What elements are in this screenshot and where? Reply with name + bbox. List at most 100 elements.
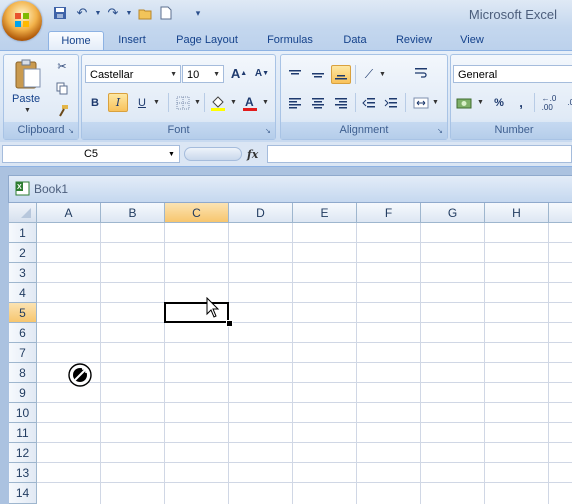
gridline [37, 482, 572, 483]
column-header-a[interactable]: A [37, 203, 101, 223]
align-top-icon[interactable] [285, 65, 305, 84]
number-group: General ▼ % , ←.0.00 .00 Number [450, 54, 572, 140]
orientation-icon[interactable]: ⟋ [359, 65, 379, 84]
separator [355, 93, 356, 112]
paste-button[interactable]: Paste [12, 93, 40, 105]
tab-review[interactable]: Review [390, 31, 438, 50]
number-format-select[interactable]: General [453, 65, 572, 83]
percent-style-button[interactable]: % [489, 93, 509, 112]
borders-dropdown-icon[interactable]: ▼ [194, 99, 201, 106]
decrease-decimal-icon[interactable]: .00 [563, 93, 572, 112]
shrink-font-button[interactable]: A ▼ [252, 64, 272, 83]
paste-dropdown-icon[interactable]: ▼ [24, 107, 31, 114]
office-button[interactable] [2, 1, 42, 41]
workbook-name: Book1 [34, 182, 69, 196]
align-left-icon[interactable] [285, 93, 305, 112]
tab-insert[interactable]: Insert [110, 31, 154, 50]
column-header-e[interactable]: E [293, 203, 357, 223]
align-right-icon[interactable] [331, 93, 351, 112]
increase-decimal-icon[interactable]: ←.0.00 [537, 93, 561, 112]
clipboard-launcher-icon[interactable]: ↘ [68, 128, 76, 136]
column-header-h[interactable]: H [485, 203, 549, 223]
comma-style-button[interactable]: , [511, 93, 531, 112]
fill-color-dropdown-icon[interactable]: ▼ [230, 99, 237, 106]
font-size-select[interactable]: 10 ▼ [182, 65, 224, 83]
fill-color-icon[interactable] [208, 93, 228, 112]
italic-button[interactable]: I [108, 93, 128, 112]
save-icon[interactable] [52, 5, 68, 21]
font-launcher-icon[interactable]: ↘ [265, 128, 273, 136]
formula-input[interactable] [267, 145, 572, 163]
row-header-5[interactable]: 5 [9, 303, 37, 323]
paste-icon[interactable] [10, 59, 44, 89]
separator [204, 93, 205, 112]
grow-font-button[interactable]: A ▲ [229, 64, 249, 83]
column-header-g[interactable]: G [421, 203, 485, 223]
underline-button[interactable]: U [132, 93, 152, 112]
align-middle-icon[interactable] [308, 65, 328, 84]
row-header-4[interactable]: 4 [9, 283, 37, 303]
column-header-b[interactable]: B [101, 203, 165, 223]
row-header-9[interactable]: 9 [9, 383, 37, 403]
name-box[interactable]: C5 [2, 145, 180, 163]
select-all-button[interactable] [9, 203, 37, 223]
borders-icon[interactable] [173, 93, 193, 112]
merge-center-icon[interactable] [411, 93, 431, 112]
gridline [37, 242, 572, 243]
new-document-icon[interactable] [158, 5, 174, 21]
row-header-10[interactable]: 10 [9, 403, 37, 423]
font-color-icon[interactable]: A [240, 93, 260, 112]
column-header-f[interactable]: F [357, 203, 421, 223]
underline-dropdown-icon[interactable]: ▼ [153, 99, 160, 106]
tab-home[interactable]: Home [48, 31, 104, 51]
decrease-indent-icon[interactable] [359, 93, 379, 112]
redo-dropdown-icon[interactable]: ▼ [121, 5, 137, 21]
open-folder-icon[interactable] [137, 5, 153, 21]
excel-workbook-icon[interactable]: X [15, 181, 30, 196]
bold-button[interactable]: B [85, 93, 105, 112]
row-header-1[interactable]: 1 [9, 223, 37, 243]
row-header-7[interactable]: 7 [9, 343, 37, 363]
row-header-3[interactable]: 3 [9, 263, 37, 283]
undo-icon[interactable]: ↶ [74, 5, 90, 21]
insert-function-button[interactable]: fx [247, 148, 258, 161]
currency-dropdown-icon[interactable]: ▼ [477, 99, 484, 106]
merge-dropdown-icon[interactable]: ▼ [432, 99, 439, 106]
row-header-12[interactable]: 12 [9, 443, 37, 463]
tab-view[interactable]: View [452, 31, 492, 50]
undo-dropdown-icon[interactable]: ▼ [90, 5, 106, 21]
row-header-6[interactable]: 6 [9, 323, 37, 343]
fill-handle[interactable] [226, 320, 233, 327]
font-name-select[interactable]: Castellar ▼ [85, 65, 181, 83]
column-header-d[interactable]: D [229, 203, 293, 223]
align-center-icon[interactable] [308, 93, 328, 112]
orientation-dropdown-icon[interactable]: ▼ [379, 71, 386, 78]
tab-page-layout[interactable]: Page Layout [168, 31, 246, 50]
row-header-13[interactable]: 13 [9, 463, 37, 483]
row-header-2[interactable]: 2 [9, 243, 37, 263]
increase-indent-icon[interactable] [381, 93, 401, 112]
align-bottom-icon[interactable] [331, 65, 351, 84]
column-header-c[interactable]: C [165, 203, 229, 223]
row-header-14[interactable]: 14 [9, 483, 37, 504]
tab-data[interactable]: Data [336, 31, 374, 50]
grow-font-label: A [230, 66, 241, 81]
cut-icon[interactable]: ✂ [52, 57, 72, 76]
font-color-dropdown-icon[interactable]: ▼ [262, 99, 269, 106]
wrap-text-icon[interactable] [411, 63, 431, 82]
copy-icon[interactable] [52, 79, 72, 98]
redo-icon[interactable]: ↷ [105, 5, 121, 21]
row-header-11[interactable]: 11 [9, 423, 37, 443]
alignment-group: ⟋ ▼ ▼ Alignment ↘ [280, 54, 448, 140]
spreadsheet-grid[interactable] [9, 203, 572, 504]
font-group: Castellar ▼ 10 ▼ A ▲ A ▼ B I U ▼ ▼ ▼ A ▼ F… [81, 54, 276, 140]
row-header-8[interactable]: 8 [9, 363, 37, 383]
customize-qat-icon[interactable]: ▾ [190, 5, 206, 21]
formula-bar-splitter[interactable] [184, 147, 242, 161]
alignment-launcher-icon[interactable]: ↘ [437, 128, 445, 136]
name-box-dropdown-icon[interactable]: ▼ [168, 151, 175, 158]
tab-formulas[interactable]: Formulas [260, 31, 320, 50]
column-header-partial[interactable] [549, 203, 572, 223]
currency-format-icon[interactable] [454, 93, 474, 112]
format-painter-icon[interactable] [52, 101, 72, 120]
